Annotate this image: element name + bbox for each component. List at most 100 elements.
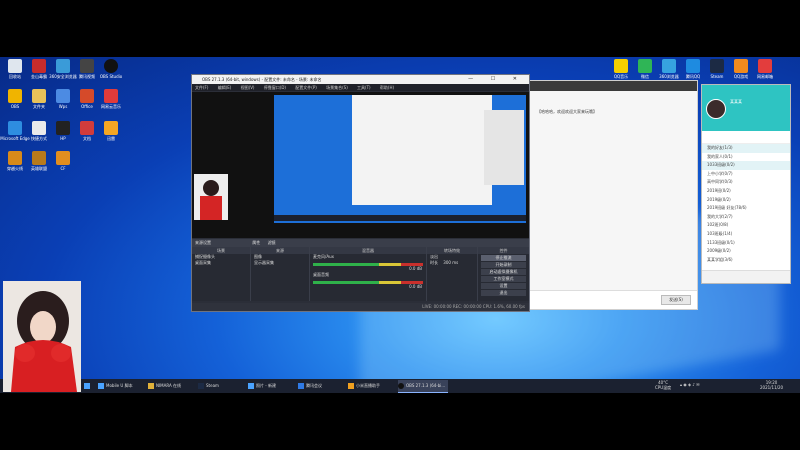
app-icon [148, 383, 154, 389]
filters-button[interactable]: 滤镜 [268, 240, 276, 245]
obs-window: OBS 27.1.3 (64-bit, windows) - 配置文件: 未命名… [191, 74, 530, 312]
menu-tools[interactable]: 工具(T) [357, 85, 371, 90]
nested-window [352, 95, 492, 205]
start-button[interactable] [84, 380, 96, 392]
controls-header: 控件 [478, 247, 529, 254]
contact-group[interactable]: 1133班级(0/1) [702, 239, 790, 248]
app-icon [348, 383, 354, 389]
contact-group[interactable]: 我的好友(1/3) [702, 144, 790, 153]
menu-edit[interactable]: 编辑(E) [218, 85, 232, 90]
cpu-temp-label: CPU温度 [655, 385, 672, 390]
app-icon [98, 383, 104, 389]
scenes-header: 场景 [192, 247, 250, 254]
cpu-temp-widget[interactable]: 40°C CPU温度 [655, 380, 671, 390]
contact-group[interactable]: 上中小学(0/7) [702, 170, 790, 179]
taskbar-item-obs[interactable]: OBS 27.1.3 (64-bi... [398, 380, 448, 393]
obs-preview[interactable] [192, 92, 529, 238]
windows-icon [84, 383, 90, 389]
taskbar-item[interactable]: NIMARA 在线 [148, 380, 196, 392]
nested-panel [484, 110, 524, 185]
avatar[interactable] [706, 99, 726, 119]
contact-group[interactable]: 我的大学(2/7) [702, 213, 790, 222]
contact-group[interactable]: 2019级(0/2) [702, 196, 790, 205]
thunder-icon[interactable]: 迅雷 [96, 121, 126, 141]
studio-mode-button[interactable]: 工作室模式 [481, 276, 526, 282]
chat-input-area[interactable]: 发送(S) [529, 290, 697, 309]
contact-group[interactable]: 某某学姐(3/6) [702, 256, 790, 265]
music-icon[interactable]: 网易云音乐 [96, 89, 126, 109]
taskbar-item-label: OBS 27.1.3 (64-bi... [406, 383, 446, 388]
webcam-overlay [3, 281, 81, 392]
duration-input[interactable]: 300 ms [443, 260, 458, 265]
taskbar-item[interactable]: Steam [198, 380, 246, 392]
qq-header: 某某某 [702, 85, 790, 131]
source-settings-label: 来源设置 [195, 240, 211, 245]
properties-button[interactable]: 属性 [252, 240, 260, 245]
transitions-dock: 转场特效 淡出 时长 300 ms [427, 247, 478, 301]
contact-group[interactable]: 2009级(0/2) [702, 247, 790, 256]
nested-taskbar [274, 215, 526, 221]
mixer-header: 混音器 [310, 247, 426, 254]
obs-menubar: 文件(F) 编辑(E) 视图(V) 停靠窗口(D) 配置文件(P) 场景集合(S… [192, 84, 529, 91]
menu-scene-collection[interactable]: 场景集合(S) [326, 85, 348, 90]
mixer-channel-name: 桌面音频 [313, 272, 329, 277]
taskbar-item-label: 小米直播助手 [356, 383, 380, 388]
chat-message: 【哈哈哈，欢迎欢迎大家来玩哦】 [537, 109, 597, 114]
taskbar-item[interactable]: 照片 - 新建 [248, 380, 296, 392]
contact-group[interactable]: 高中同学(0/3) [702, 178, 790, 187]
clock[interactable]: 19:20 2021/11/20 [760, 380, 783, 390]
qq-main-panel: 某某某 我的好友(1/3) 我的家人(0/1) 1033班级(0/2) 上中小学… [701, 84, 791, 284]
send-button[interactable]: 发送(S) [661, 295, 691, 305]
chat-window: 【哈哈哈，欢迎欢迎大家来玩哦】 发送(S) [528, 80, 698, 310]
qq-tab-bar[interactable] [702, 131, 790, 144]
duration-label: 时长 [430, 260, 438, 265]
taskbar-item-label: 照片 - 新建 [256, 383, 276, 388]
qq-nickname: 某某某 [730, 99, 742, 104]
exit-button[interactable]: 退出 [481, 290, 526, 296]
mail-icon[interactable]: 网易邮箱 [750, 59, 780, 79]
contact-group[interactable]: 1033班级(0/2) [702, 161, 790, 170]
app-icon [298, 383, 304, 389]
sources-header: 来源 [251, 247, 309, 254]
menu-help[interactable]: 帮助(H) [380, 85, 394, 90]
stop-streaming-button[interactable]: 停止推流 [481, 255, 526, 261]
taskbar-item[interactable]: 腾讯会议 [298, 380, 346, 392]
start-recording-button[interactable]: 开始录制 [481, 262, 526, 268]
webcam-source-thumbnail [194, 174, 228, 220]
desktop: 回收站 金山毒霸 360安全浏览器 腾讯视频 OBS Studio OBS 文件… [0, 57, 800, 393]
tray-icons[interactable]: ▴ ◉ ◈ ♪ ✉ [680, 382, 700, 387]
game-icon[interactable]: CF [48, 151, 78, 171]
contact-group[interactable]: 2019班级 好友(78/6) [702, 204, 790, 213]
obs-statusbar: LIVE: 00:00:00 REC: 00:00:00 CPU: 1.6%, … [192, 303, 529, 311]
virtual-camera-button[interactable]: 启动虚拟摄像机 [481, 269, 526, 275]
taskbar-item[interactable]: Mobile U 脚本 [98, 380, 146, 392]
contact-group[interactable]: 103班级(1/4) [702, 230, 790, 239]
photos-icon [248, 383, 254, 389]
obs-titlebar: OBS 27.1.3 (64-bit, windows) - 配置文件: 未命名… [192, 75, 529, 84]
settings-button[interactable]: 设置 [481, 283, 526, 289]
source-item[interactable]: 显示器采集 [251, 260, 309, 266]
taskbar-item[interactable]: 小米直播助手 [348, 380, 396, 392]
contact-group[interactable]: 102班(0/8) [702, 221, 790, 230]
steam-icon [198, 383, 204, 389]
window-title: OBS 27.1.3 (64-bit, windows) - 配置文件: 未命名… [202, 77, 322, 82]
clock-date: 2021/11/20 [760, 385, 784, 390]
menu-profile[interactable]: 配置文件(P) [295, 85, 317, 90]
menu-file[interactable]: 文件(F) [195, 85, 208, 90]
window-controls[interactable]: — ☐ ✕ [468, 75, 525, 84]
contact-group[interactable]: 2019班(0/2) [702, 187, 790, 196]
scenes-dock: 场景 捕捉摄像头 桌面采集 [192, 247, 251, 301]
sources-dock: 来源 图像 显示器采集 [251, 247, 310, 301]
menu-docks[interactable]: 停靠窗口(D) [264, 85, 286, 90]
contact-group[interactable]: 我的家人(0/1) [702, 153, 790, 162]
taskbar-item-label: NIMARA 在线 [156, 383, 181, 388]
chat-toolbar [529, 81, 697, 91]
obs-panel-bar: 来源设置 属性 滤镜 [192, 239, 529, 247]
mixer-channel-name: 麦克风/Aux [313, 254, 334, 259]
obs-icon[interactable]: OBS Studio [96, 59, 126, 79]
taskbar-item-label: Steam [206, 383, 219, 388]
scene-item[interactable]: 桌面采集 [192, 260, 250, 266]
menu-view[interactable]: 视图(V) [241, 85, 255, 90]
controls-dock: 控件 停止推流 开始录制 启动虚拟摄像机 工作室模式 设置 退出 [478, 247, 529, 301]
webcam-person-image [3, 281, 81, 392]
